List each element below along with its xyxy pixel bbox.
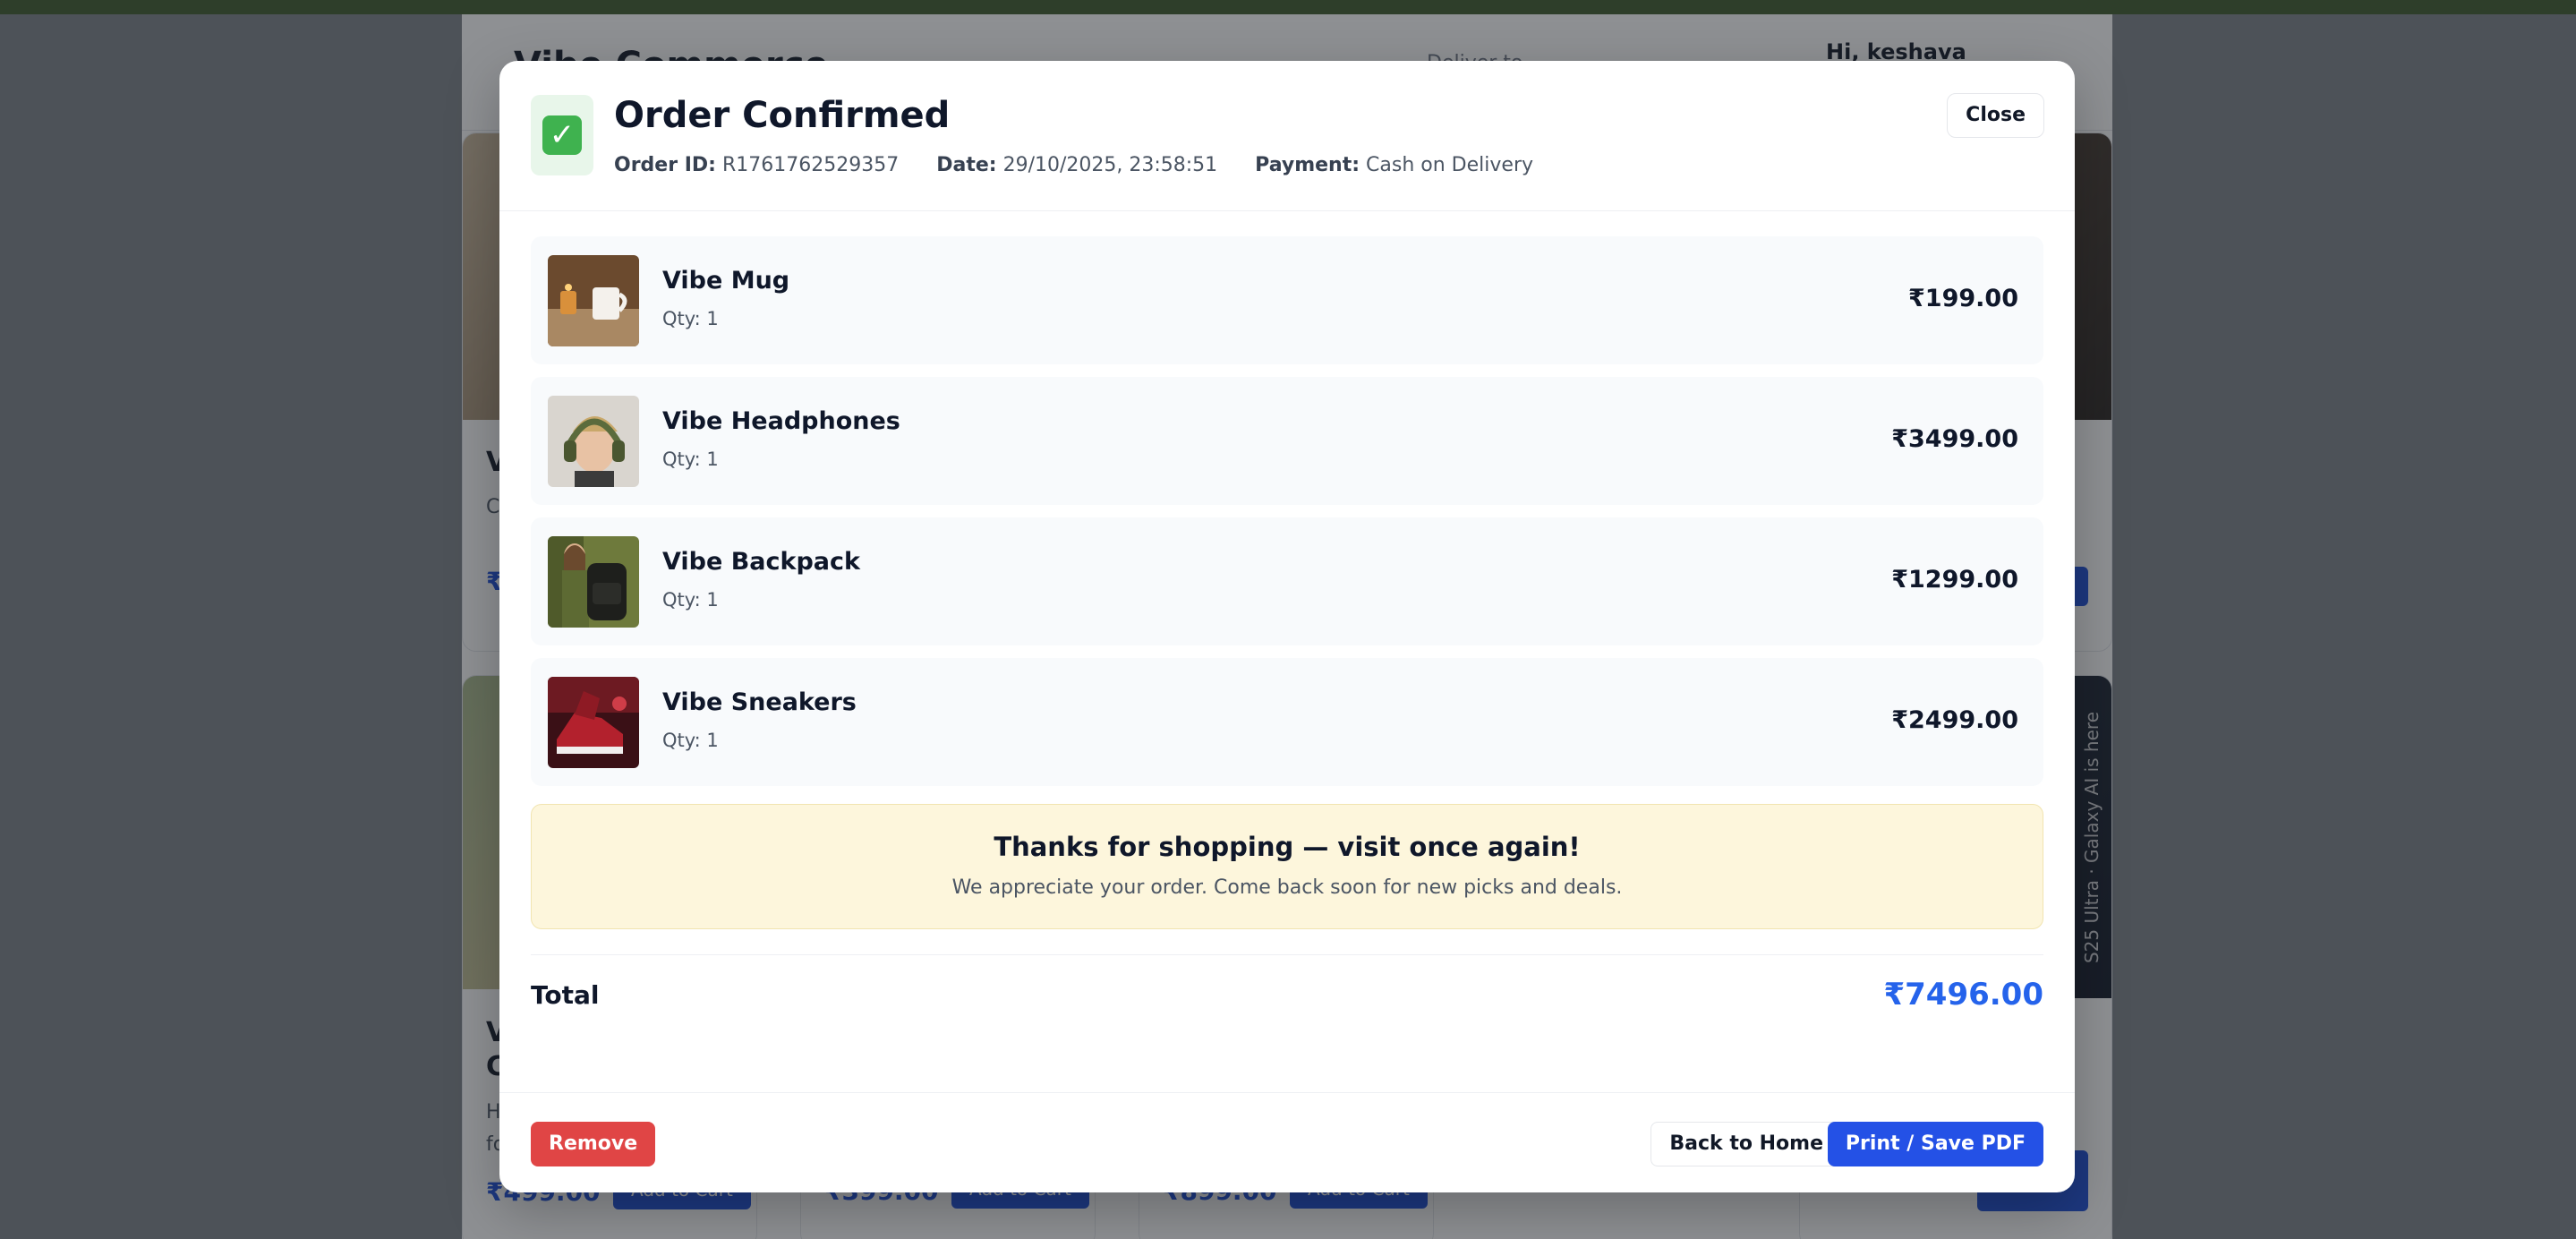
order-total-row: Total ₹7496.00: [531, 954, 2043, 1035]
order-item: Vibe Headphones Qty: 1 ₹3499.00: [531, 377, 2043, 505]
order-item: Vibe Backpack Qty: 1 ₹1299.00: [531, 517, 2043, 645]
order-meta: Order ID: R1761762529357 Date: 29/10/202…: [614, 154, 1533, 176]
order-date-value: 29/10/2025, 23:58:51: [1002, 154, 1218, 176]
item-quantity: Qty: 1: [662, 449, 719, 470]
order-id-label: Order ID:: [614, 154, 716, 176]
thank-you-title: Thanks for shopping — visit once again!: [994, 832, 1581, 862]
sneakers-thumbnail: [548, 677, 639, 768]
payment-label: Payment:: [1255, 154, 1361, 176]
close-button[interactable]: Close: [1947, 93, 2044, 138]
headphones-thumbnail: [548, 396, 639, 487]
remove-button[interactable]: Remove: [531, 1122, 656, 1166]
item-price: ₹1299.00: [1891, 566, 2018, 594]
dialog-title: Order Confirmed: [614, 95, 951, 136]
back-to-home-button[interactable]: Back to Home: [1651, 1122, 1842, 1166]
order-confirmation-dialog: ✓ Order Confirmed Order ID: R17617625293…: [499, 61, 2075, 1192]
item-name: Vibe Mug: [662, 267, 790, 295]
item-name: Vibe Backpack: [662, 548, 860, 576]
order-item: Vibe Sneakers Qty: 1 ₹2499.00: [531, 658, 2043, 786]
item-price: ₹2499.00: [1891, 706, 2018, 734]
total-label: Total: [531, 980, 600, 1010]
order-item: Vibe Mug Qty: 1 ₹199.00: [531, 236, 2043, 364]
backpack-thumbnail: [548, 536, 639, 628]
item-price: ₹199.00: [1908, 285, 2018, 312]
mug-thumbnail: [548, 255, 639, 346]
thank-you-notice: Thanks for shopping — visit once again! …: [531, 804, 2043, 929]
item-price: ₹3499.00: [1891, 425, 2018, 453]
order-id-value: R1761762529357: [721, 154, 900, 176]
item-quantity: Qty: 1: [662, 589, 719, 611]
print-save-pdf-button[interactable]: Print / Save PDF: [1827, 1122, 2043, 1166]
item-quantity: Qty: 1: [662, 308, 719, 329]
thank-you-subtitle: We appreciate your order. Come back soon…: [951, 876, 1623, 899]
dialog-header: ✓ Order Confirmed Order ID: R17617625293…: [499, 61, 2075, 211]
dialog-footer: Remove Back to Home Print / Save PDF: [499, 1092, 2075, 1192]
item-quantity: Qty: 1: [662, 730, 719, 751]
item-name: Vibe Sneakers: [662, 688, 857, 716]
payment-value: Cash on Delivery: [1366, 154, 1534, 176]
total-value: ₹7496.00: [1883, 977, 2043, 1013]
check-mark-icon: ✓: [531, 95, 593, 175]
order-date-label: Date:: [936, 154, 997, 176]
order-items-list: Vibe Mug Qty: 1 ₹199.00 Vibe Headphones …: [531, 236, 2043, 799]
item-name: Vibe Headphones: [662, 407, 900, 435]
